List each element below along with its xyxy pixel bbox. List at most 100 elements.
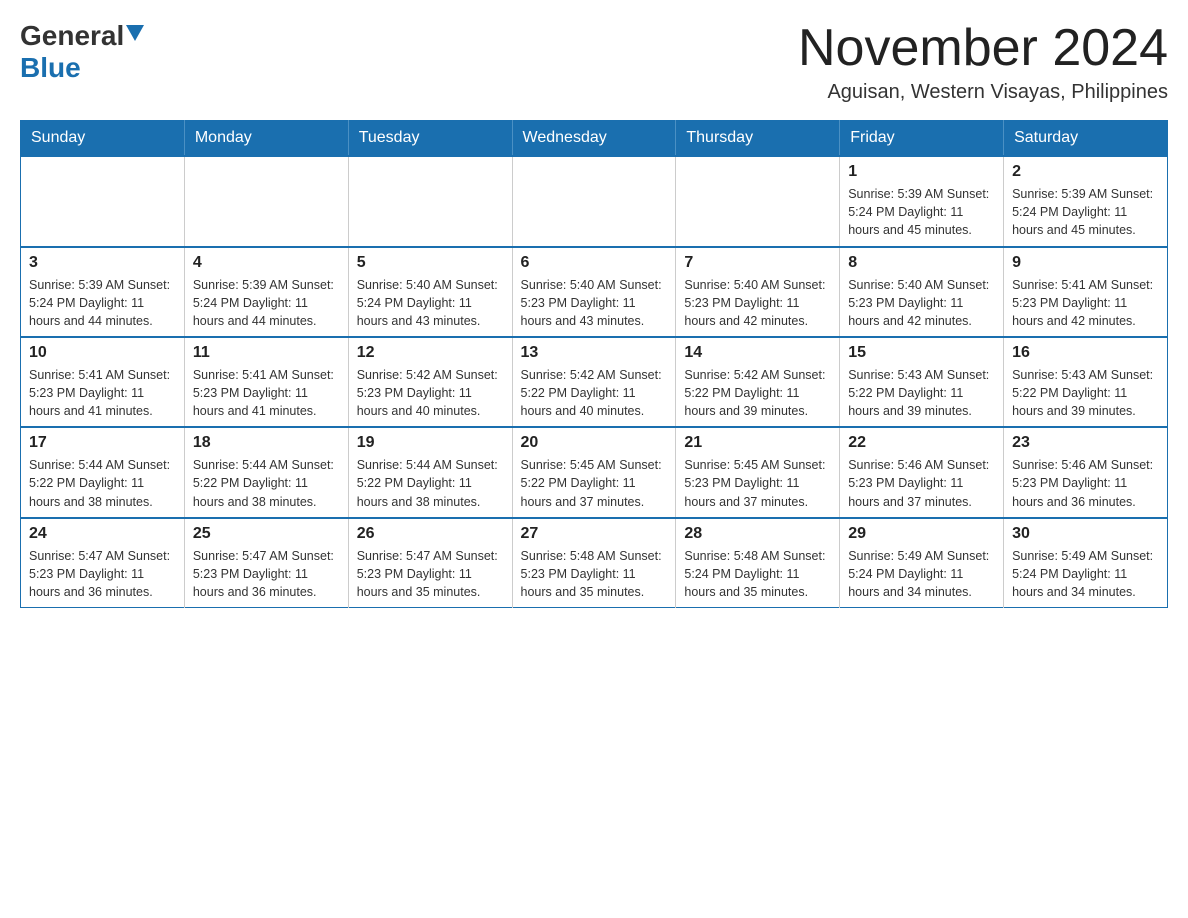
day-info: Sunrise: 5:40 AM Sunset: 5:24 PM Dayligh… <box>357 276 504 330</box>
calendar-cell: 10 Sunrise: 5:41 AM Sunset: 5:23 PM Dayli… <box>21 337 185 427</box>
day-info: Sunrise: 5:39 AM Sunset: 5:24 PM Dayligh… <box>1012 185 1159 239</box>
day-info: Sunrise: 5:49 AM Sunset: 5:24 PM Dayligh… <box>1012 547 1159 601</box>
calendar-cell: 16 Sunrise: 5:43 AM Sunset: 5:22 PM Dayli… <box>1004 337 1168 427</box>
calendar-cell <box>184 156 348 246</box>
calendar-cell: 4Sunrise: 5:39 AM Sunset: 5:24 PM Daylig… <box>184 247 348 337</box>
day-number: 20 <box>521 434 668 452</box>
calendar-cell: 11 Sunrise: 5:41 AM Sunset: 5:23 PM Dayli… <box>184 337 348 427</box>
day-info: Sunrise: 5:40 AM Sunset: 5:23 PM Dayligh… <box>521 276 668 330</box>
day-info: Sunrise: 5:47 AM Sunset: 5:23 PM Dayligh… <box>357 547 504 601</box>
day-info: Sunrise: 5:40 AM Sunset: 5:23 PM Dayligh… <box>684 276 831 330</box>
day-info: Sunrise: 5:42 AM Sunset: 5:23 PM Dayligh… <box>357 366 504 420</box>
day-number: 7 <box>684 254 831 272</box>
day-of-week-friday: Friday <box>840 121 1004 157</box>
day-info: Sunrise: 5:46 AM Sunset: 5:23 PM Dayligh… <box>1012 456 1159 510</box>
day-number: 16 <box>1012 344 1159 362</box>
calendar-cell: 15 Sunrise: 5:43 AM Sunset: 5:22 PM Dayli… <box>840 337 1004 427</box>
calendar-cell: 22 Sunrise: 5:46 AM Sunset: 5:23 PM Dayli… <box>840 427 1004 517</box>
calendar-header: SundayMondayTuesdayWednesdayThursdayFrid… <box>21 121 1168 157</box>
day-info: Sunrise: 5:41 AM Sunset: 5:23 PM Dayligh… <box>29 366 176 420</box>
calendar-cell: 13 Sunrise: 5:42 AM Sunset: 5:22 PM Dayli… <box>512 337 676 427</box>
calendar-week-1: 1 Sunrise: 5:39 AM Sunset: 5:24 PM Daylig… <box>21 156 1168 246</box>
days-of-week-row: SundayMondayTuesdayWednesdayThursdayFrid… <box>21 121 1168 157</box>
day-info: Sunrise: 5:43 AM Sunset: 5:22 PM Dayligh… <box>1012 366 1159 420</box>
day-info: Sunrise: 5:42 AM Sunset: 5:22 PM Dayligh… <box>521 366 668 420</box>
day-of-week-sunday: Sunday <box>21 121 185 157</box>
day-number: 8 <box>848 254 995 272</box>
calendar-week-3: 10 Sunrise: 5:41 AM Sunset: 5:23 PM Dayli… <box>21 337 1168 427</box>
day-info: Sunrise: 5:45 AM Sunset: 5:22 PM Dayligh… <box>521 456 668 510</box>
calendar-cell <box>676 156 840 246</box>
day-info: Sunrise: 5:39 AM Sunset: 5:24 PM Dayligh… <box>193 276 340 330</box>
logo-general-text: General <box>20 20 124 52</box>
calendar-cell: 29Sunrise: 5:49 AM Sunset: 5:24 PM Dayli… <box>840 518 1004 608</box>
day-info: Sunrise: 5:47 AM Sunset: 5:23 PM Dayligh… <box>193 547 340 601</box>
day-number: 10 <box>29 344 176 362</box>
day-number: 13 <box>521 344 668 362</box>
calendar-cell: 21 Sunrise: 5:45 AM Sunset: 5:23 PM Dayli… <box>676 427 840 517</box>
logo-blue-text: Blue <box>20 52 81 84</box>
calendar-subtitle: Aguisan, Western Visayas, Philippines <box>798 81 1168 104</box>
day-number: 25 <box>193 525 340 543</box>
calendar-body: 1 Sunrise: 5:39 AM Sunset: 5:24 PM Daylig… <box>21 156 1168 607</box>
day-number: 3 <box>29 254 176 272</box>
day-number: 18 <box>193 434 340 452</box>
day-info: Sunrise: 5:43 AM Sunset: 5:22 PM Dayligh… <box>848 366 995 420</box>
day-info: Sunrise: 5:46 AM Sunset: 5:23 PM Dayligh… <box>848 456 995 510</box>
calendar-cell: 30 Sunrise: 5:49 AM Sunset: 5:24 PM Dayli… <box>1004 518 1168 608</box>
calendar-cell: 25 Sunrise: 5:47 AM Sunset: 5:23 PM Dayli… <box>184 518 348 608</box>
day-info: Sunrise: 5:47 AM Sunset: 5:23 PM Dayligh… <box>29 547 176 601</box>
day-info: Sunrise: 5:49 AM Sunset: 5:24 PM Dayligh… <box>848 547 995 601</box>
calendar-cell: 19Sunrise: 5:44 AM Sunset: 5:22 PM Dayli… <box>348 427 512 517</box>
day-of-week-thursday: Thursday <box>676 121 840 157</box>
day-number: 30 <box>1012 525 1159 543</box>
day-of-week-wednesday: Wednesday <box>512 121 676 157</box>
calendar-cell: 17 Sunrise: 5:44 AM Sunset: 5:22 PM Dayli… <box>21 427 185 517</box>
day-info: Sunrise: 5:42 AM Sunset: 5:22 PM Dayligh… <box>684 366 831 420</box>
calendar-cell: 3 Sunrise: 5:39 AM Sunset: 5:24 PM Daylig… <box>21 247 185 337</box>
day-info: Sunrise: 5:48 AM Sunset: 5:24 PM Dayligh… <box>684 547 831 601</box>
day-info: Sunrise: 5:45 AM Sunset: 5:23 PM Dayligh… <box>684 456 831 510</box>
day-info: Sunrise: 5:41 AM Sunset: 5:23 PM Dayligh… <box>193 366 340 420</box>
day-info: Sunrise: 5:41 AM Sunset: 5:23 PM Dayligh… <box>1012 276 1159 330</box>
calendar-title: November 2024 <box>798 20 1168 77</box>
calendar-week-5: 24Sunrise: 5:47 AM Sunset: 5:23 PM Dayli… <box>21 518 1168 608</box>
calendar-cell: 23 Sunrise: 5:46 AM Sunset: 5:23 PM Dayli… <box>1004 427 1168 517</box>
calendar-table: SundayMondayTuesdayWednesdayThursdayFrid… <box>20 120 1168 608</box>
calendar-week-2: 3 Sunrise: 5:39 AM Sunset: 5:24 PM Daylig… <box>21 247 1168 337</box>
calendar-cell <box>512 156 676 246</box>
calendar-cell: 8 Sunrise: 5:40 AM Sunset: 5:23 PM Daylig… <box>840 247 1004 337</box>
day-of-week-saturday: Saturday <box>1004 121 1168 157</box>
day-number: 22 <box>848 434 995 452</box>
day-info: Sunrise: 5:48 AM Sunset: 5:23 PM Dayligh… <box>521 547 668 601</box>
logo: General Blue <box>20 20 144 84</box>
calendar-cell: 27Sunrise: 5:48 AM Sunset: 5:23 PM Dayli… <box>512 518 676 608</box>
calendar-week-4: 17 Sunrise: 5:44 AM Sunset: 5:22 PM Dayli… <box>21 427 1168 517</box>
day-number: 15 <box>848 344 995 362</box>
logo-arrow-icon <box>126 25 144 48</box>
day-number: 12 <box>357 344 504 362</box>
day-number: 2 <box>1012 163 1159 181</box>
day-info: Sunrise: 5:39 AM Sunset: 5:24 PM Dayligh… <box>29 276 176 330</box>
calendar-cell: 14 Sunrise: 5:42 AM Sunset: 5:22 PM Dayli… <box>676 337 840 427</box>
day-number: 23 <box>1012 434 1159 452</box>
day-number: 9 <box>1012 254 1159 272</box>
calendar-cell: 28Sunrise: 5:48 AM Sunset: 5:24 PM Dayli… <box>676 518 840 608</box>
calendar-cell: 5Sunrise: 5:40 AM Sunset: 5:24 PM Daylig… <box>348 247 512 337</box>
calendar-cell: 18 Sunrise: 5:44 AM Sunset: 5:22 PM Dayli… <box>184 427 348 517</box>
calendar-cell: 7 Sunrise: 5:40 AM Sunset: 5:23 PM Daylig… <box>676 247 840 337</box>
calendar-cell <box>21 156 185 246</box>
day-number: 19 <box>357 434 504 452</box>
day-number: 1 <box>848 163 995 181</box>
day-info: Sunrise: 5:44 AM Sunset: 5:22 PM Dayligh… <box>29 456 176 510</box>
calendar-cell <box>348 156 512 246</box>
calendar-cell: 20 Sunrise: 5:45 AM Sunset: 5:22 PM Dayli… <box>512 427 676 517</box>
day-number: 21 <box>684 434 831 452</box>
day-info: Sunrise: 5:40 AM Sunset: 5:23 PM Dayligh… <box>848 276 995 330</box>
page-header: General Blue November 2024 Aguisan, West… <box>20 20 1168 104</box>
day-info: Sunrise: 5:44 AM Sunset: 5:22 PM Dayligh… <box>193 456 340 510</box>
calendar-cell: 6Sunrise: 5:40 AM Sunset: 5:23 PM Daylig… <box>512 247 676 337</box>
day-number: 14 <box>684 344 831 362</box>
day-number: 11 <box>193 344 340 362</box>
day-number: 17 <box>29 434 176 452</box>
